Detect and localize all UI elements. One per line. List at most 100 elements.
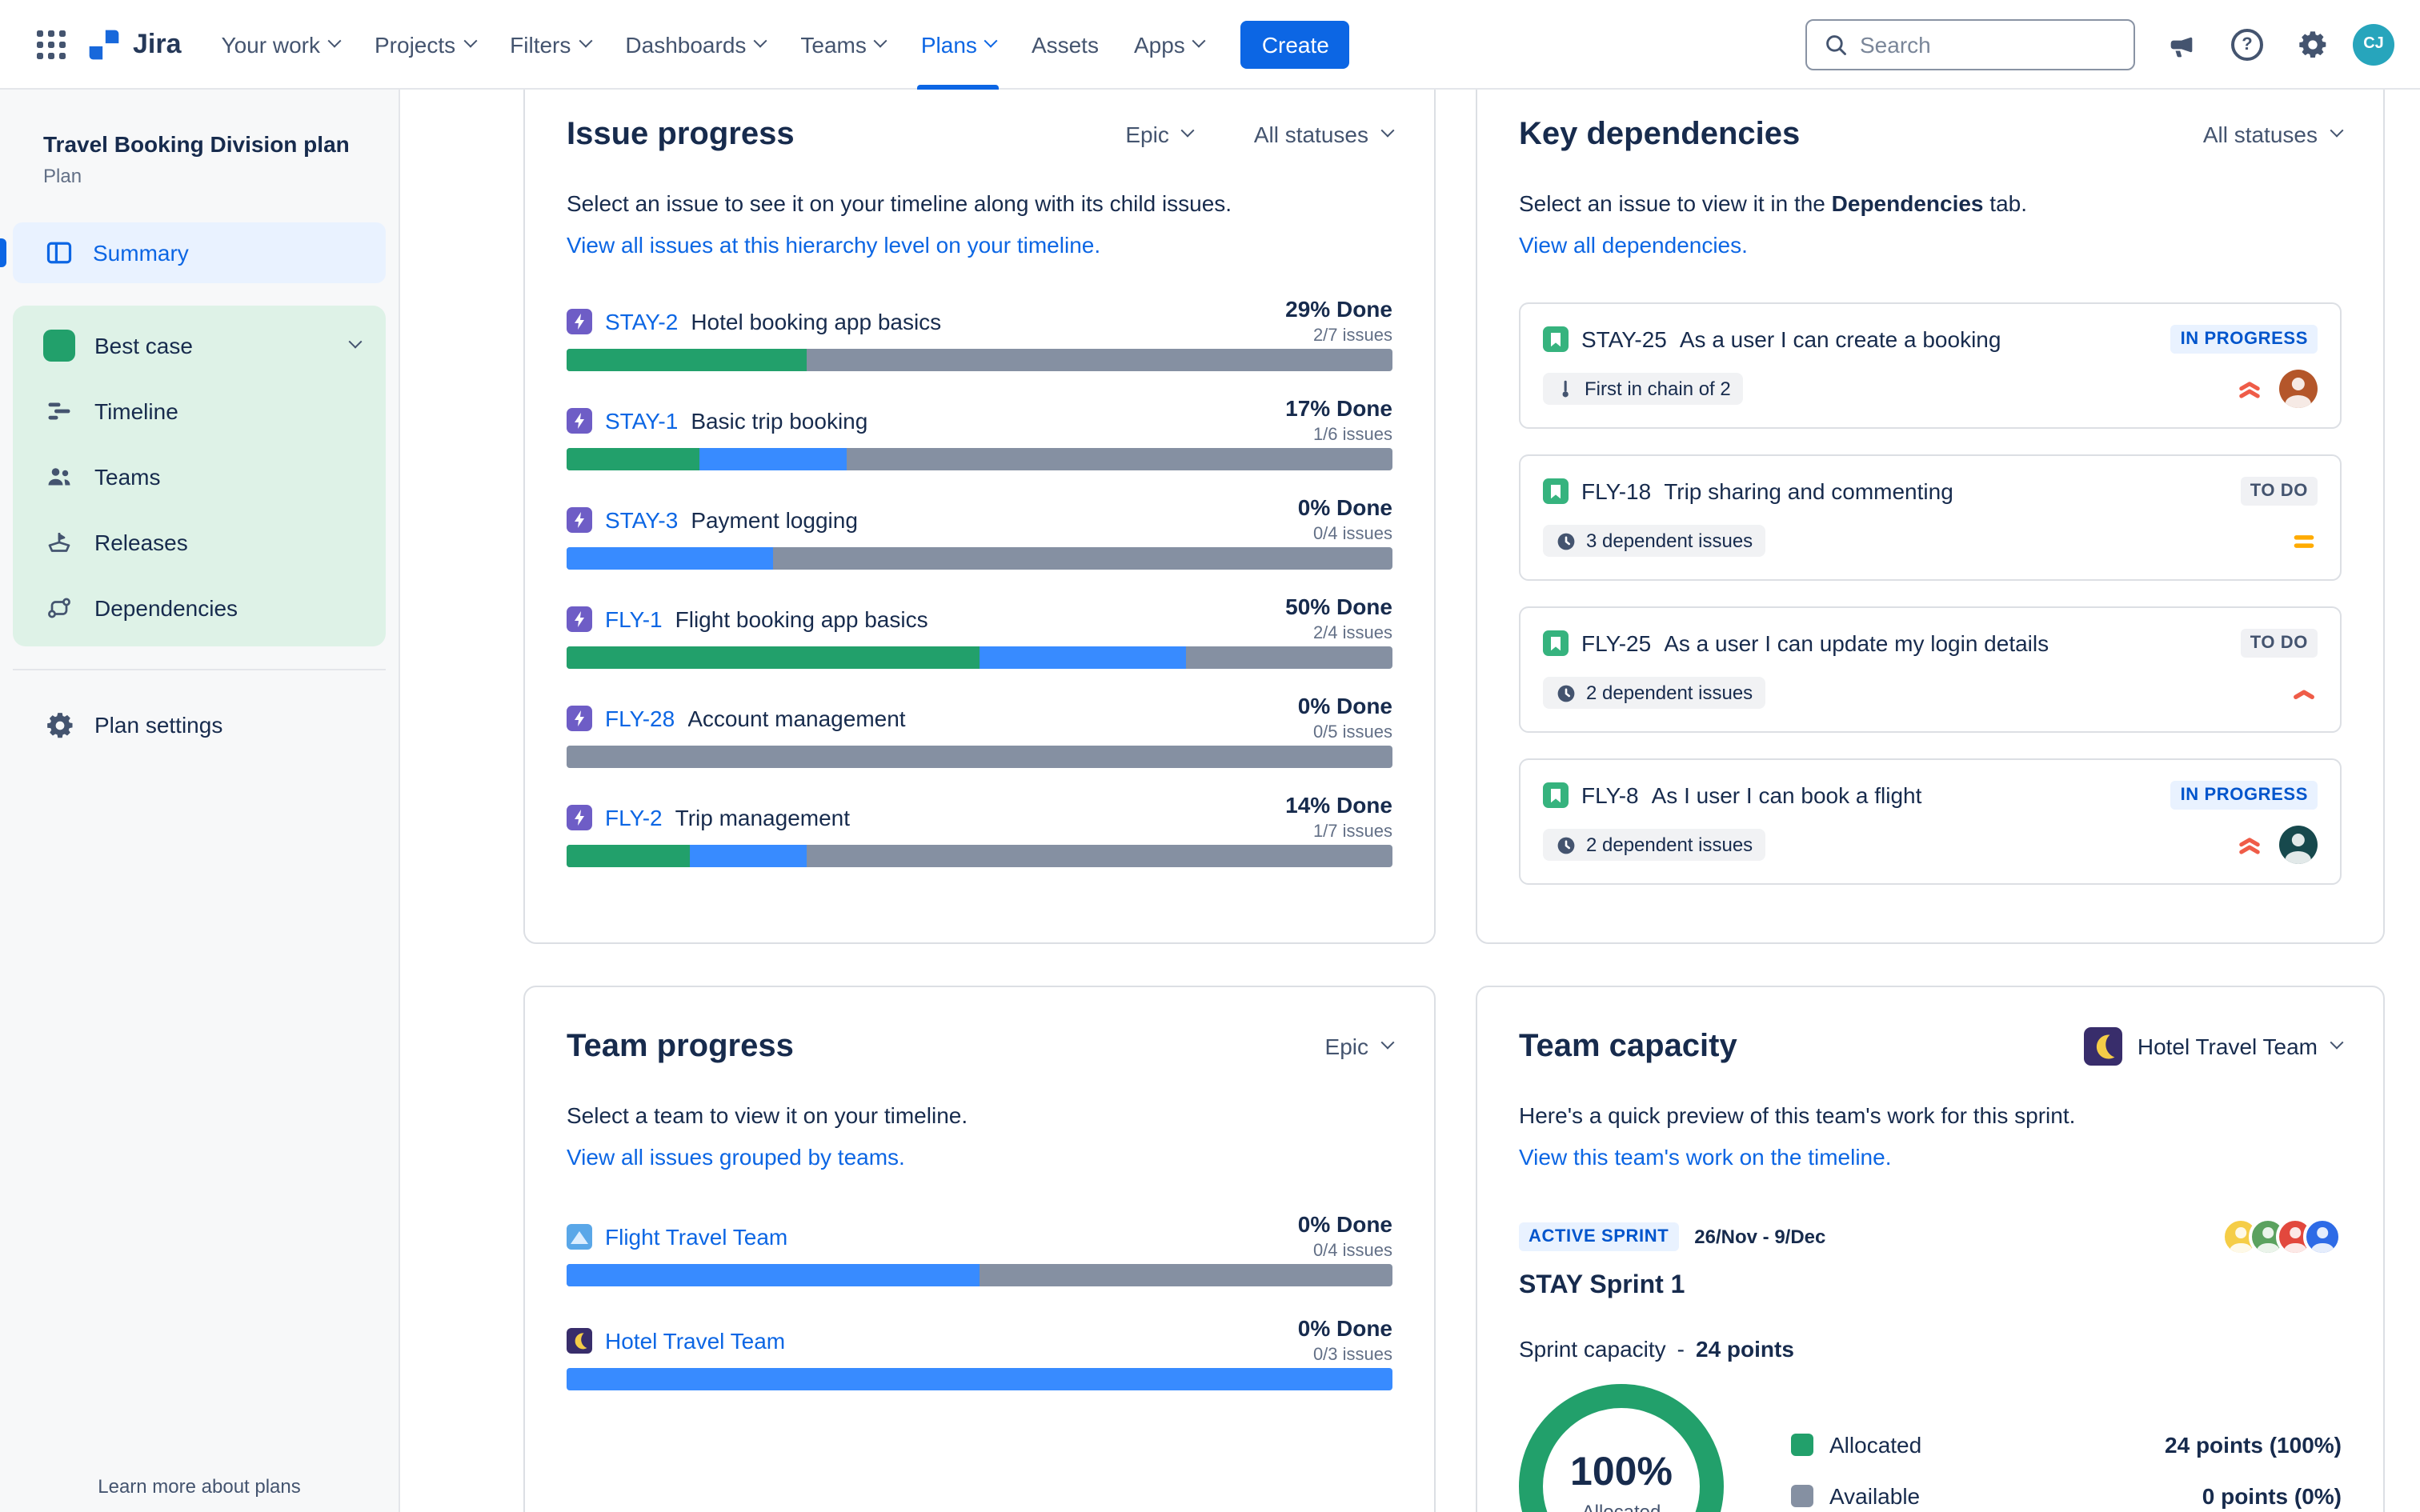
sidebar-item-plan-settings[interactable]: Plan settings (13, 693, 386, 757)
app-switcher-icon[interactable] (26, 18, 77, 70)
sidebar-item-dependencies[interactable]: Dependencies (19, 574, 379, 640)
dependency-item[interactable]: FLY-8 As I user I can book a flight IN P… (1519, 758, 2342, 885)
done-percent: 0% Done (1297, 693, 1392, 718)
releases-ship-icon (43, 526, 75, 558)
user-avatar[interactable]: CJ (2353, 23, 2394, 65)
hotel-team-avatar (2084, 1027, 2123, 1066)
dropdown-label: All statuses (1253, 122, 1368, 147)
issue-summary: Account management (687, 706, 906, 731)
sidebar-divider (13, 669, 386, 670)
nav-item-label: Apps (1133, 31, 1185, 57)
allocation-donut-chart: 100% Allocated (1519, 1384, 1724, 1512)
pill-label: 2 dependent issues (1586, 682, 1753, 704)
jira-logo[interactable]: Jira (86, 26, 182, 62)
dependent-issues-pill[interactable]: 2 dependent issues (1543, 677, 1766, 709)
team-name-link[interactable]: Flight Travel Team (605, 1224, 787, 1250)
issue-progress-row: STAY-2 Hotel booking app basics 29% Done… (567, 296, 1392, 371)
nav-plans[interactable]: Plans (903, 0, 1014, 89)
dependency-item[interactable]: FLY-25 As a user I can update my login d… (1519, 606, 2342, 733)
nav-filters[interactable]: Filters (492, 0, 607, 89)
progress-inprogress-segment (699, 448, 847, 470)
nav-projects[interactable]: Projects (357, 0, 492, 89)
progress-inprogress-segment (980, 646, 1186, 669)
epic-filter-dropdown[interactable]: Epic (1325, 1034, 1395, 1059)
sprint-name: STAY Sprint 1 (1519, 1272, 1685, 1299)
epic-icon (567, 706, 592, 731)
issue-key-link[interactable]: FLY-2 (605, 805, 663, 830)
view-all-dependencies-link[interactable]: View all dependencies. (1519, 229, 2342, 261)
learn-more-link[interactable]: Learn more about plans (0, 1475, 399, 1498)
card-title: Team capacity (1519, 1029, 1737, 1064)
progress-inprogress-segment (567, 1264, 980, 1286)
chevron-down-icon (1380, 123, 1395, 138)
team-progress-row: Flight Travel Team 0% Done 0/4 issues (567, 1211, 1392, 1286)
dependency-item[interactable]: STAY-25 As a user I can create a booking… (1519, 302, 2342, 429)
search-input[interactable] (1805, 18, 2135, 70)
nav-item-label: Plans (920, 31, 977, 57)
issue-key: FLY-18 (1581, 478, 1652, 504)
scenario-selector[interactable]: Best case (19, 312, 379, 378)
status-filter-dropdown[interactable]: All statuses (1253, 122, 1395, 147)
summary-board-icon (43, 237, 75, 269)
dependency-count-icon (1556, 530, 1577, 551)
dependency-item[interactable]: FLY-18 Trip sharing and commenting TO DO… (1519, 454, 2342, 581)
progress-bar (567, 845, 1392, 867)
dependent-issues-pill[interactable]: 2 dependent issues (1543, 829, 1766, 861)
sidebar-item-summary[interactable]: Summary (0, 222, 386, 283)
search-field[interactable] (1860, 31, 2118, 57)
issue-key-link[interactable]: FLY-28 (605, 706, 675, 731)
status-badge: TO DO (2240, 629, 2318, 658)
team-name-link[interactable]: Hotel Travel Team (605, 1328, 785, 1354)
team-selector-dropdown[interactable]: Hotel Travel Team (2084, 1027, 2344, 1066)
progress-done-segment (567, 349, 807, 371)
view-issues-by-team-link[interactable]: View all issues grouped by teams. (567, 1141, 1392, 1173)
timeline-icon (43, 394, 75, 426)
dependent-issues-pill[interactable]: 3 dependent issues (1543, 525, 1766, 557)
nav-your-work[interactable]: Your work (204, 0, 358, 89)
view-team-work-link[interactable]: View this team's work on the timeline. (1519, 1141, 2342, 1173)
issue-key: FLY-25 (1581, 630, 1652, 656)
issue-key-link[interactable]: FLY-1 (605, 606, 663, 632)
card-description: Select an issue to see it on your timeli… (567, 190, 1232, 216)
create-button[interactable]: Create (1240, 20, 1350, 68)
card-description: Select a team to view it on your timelin… (567, 1102, 968, 1128)
chain-position-pill[interactable]: First in chain of 2 (1543, 373, 1744, 405)
nav-assets[interactable]: Assets (1014, 0, 1116, 89)
notifications-icon[interactable] (2156, 18, 2207, 70)
view-all-issues-link[interactable]: View all issues at this hierarchy level … (567, 229, 1392, 261)
nav-apps[interactable]: Apps (1116, 0, 1222, 89)
story-icon (1543, 478, 1569, 504)
epic-filter-dropdown[interactable]: Epic (1125, 122, 1196, 147)
nav-teams[interactable]: Teams (783, 0, 903, 89)
card-title: Issue progress (567, 117, 795, 152)
issue-key: STAY-25 (1581, 326, 1667, 352)
issue-key-link[interactable]: STAY-1 (605, 408, 678, 434)
dropdown-label: All statuses (2202, 122, 2318, 147)
epic-icon (567, 408, 592, 434)
sidebar-item-timeline[interactable]: Timeline (19, 378, 379, 443)
status-filter-dropdown[interactable]: All statuses (2202, 122, 2344, 147)
progress-bar (567, 448, 1392, 470)
capacity-value: 24 points (1696, 1336, 1794, 1362)
issue-key-link[interactable]: STAY-2 (605, 309, 678, 334)
issue-summary: Payment logging (691, 507, 858, 533)
sidebar-item-teams[interactable]: Teams (19, 443, 379, 509)
nav-dashboards[interactable]: Dashboards (607, 0, 783, 89)
done-percent: 29% Done (1285, 296, 1392, 322)
issue-key: FLY-8 (1581, 782, 1639, 808)
sidebar-item-label: Dependencies (94, 594, 238, 620)
plan-title: Travel Booking Division plan (43, 131, 350, 157)
sidebar-item-releases[interactable]: Releases (19, 509, 379, 574)
status-badge: TO DO (2240, 477, 2318, 506)
dropdown-label: Epic (1125, 122, 1169, 147)
help-icon[interactable]: ? (2222, 18, 2273, 70)
issue-count: 0/4 issues (1312, 525, 1392, 544)
flight-team-avatar (567, 1224, 592, 1250)
issue-progress-row: FLY-28 Account management 0% Done 0/5 is… (567, 693, 1392, 768)
chevron-down-icon (2330, 1035, 2344, 1050)
issue-key-link[interactable]: STAY-3 (605, 507, 678, 533)
selected-indicator (0, 238, 6, 267)
nav-item-label: Dashboards (625, 31, 747, 57)
team-capacity-card: Team capacity Hotel Travel Team Here's a… (1476, 986, 2385, 1512)
settings-gear-icon[interactable] (2287, 18, 2338, 70)
